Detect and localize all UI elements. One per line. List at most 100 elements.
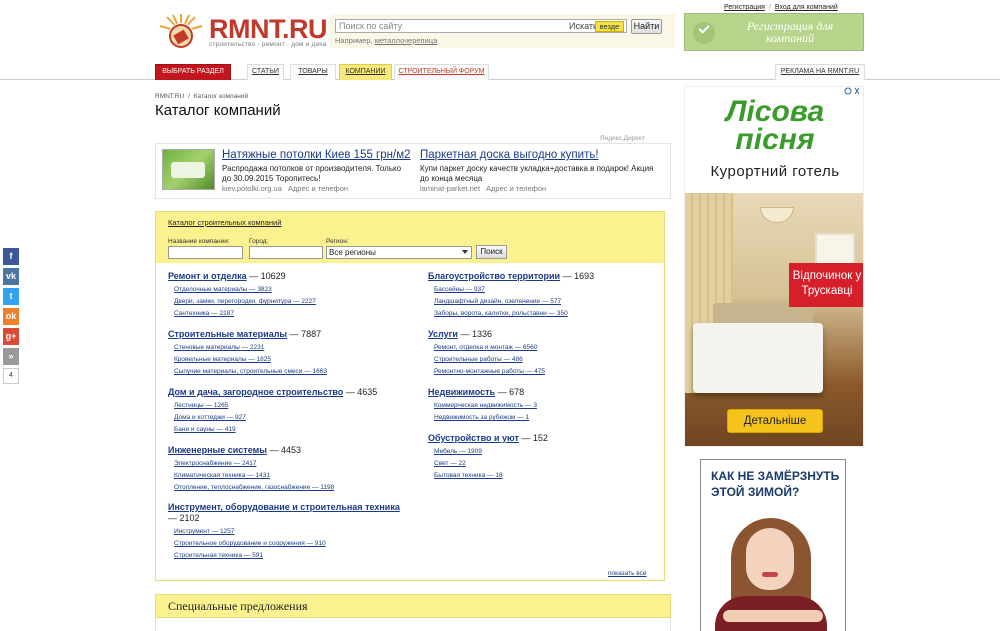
nav-companies-label: КОМПАНИИ — [345, 68, 386, 75]
subcategory-link[interactable]: Сантехника — 2187 — [174, 308, 408, 320]
main-nav: ВЫБРАТЬ РАЗДЕЛ СТАТЬИ ТОВАРЫ КОМПАНИИ СТ… — [0, 64, 1000, 80]
nav-companies[interactable]: КОМПАНИИ — [339, 64, 392, 80]
chevron-down-icon — [462, 250, 468, 254]
bed-image — [693, 323, 823, 393]
city-label: Город: — [249, 238, 269, 245]
banner-badge: Відпочинок у Трускавці — [789, 263, 863, 307]
region-select-value: Все регионы — [329, 248, 376, 257]
subcategory-link[interactable]: Недвижимость за рубежом — 1 — [434, 412, 668, 424]
winter-banner[interactable]: КАК НЕ ЗАМЁРЗНУТЬ ЭТОЙ ЗИМОЙ? — [700, 459, 846, 631]
subcategory-link[interactable]: Стеновые материалы — 2231 — [174, 342, 408, 354]
share-more-icon[interactable]: » — [3, 348, 19, 365]
category-link[interactable]: Инструмент, оборудование и строительная … — [168, 502, 400, 512]
category-count: — 1336 — [460, 329, 492, 339]
category-link[interactable]: Обустройство и уют — [428, 433, 519, 443]
subcategory-link[interactable]: Климатическая техника — 1431 — [174, 470, 408, 482]
show-all-link[interactable]: показать все — [608, 570, 647, 577]
category-title: Обустройство и уют — 152 — [428, 433, 668, 444]
category-link[interactable]: Благоустройство территории — [428, 271, 560, 281]
ad2-address-link[interactable]: Адрес и телефон — [486, 184, 546, 193]
category-block: Благоустройство территории — 1693 Бассейн… — [428, 271, 668, 320]
subcategory-link[interactable]: Двери, замки, перегородки, фурнитура — 2… — [174, 296, 408, 308]
hotel-banner[interactable]: Лісова пісня Курортний готель Відпочинок… — [684, 86, 864, 447]
region-select[interactable]: Все регионы — [326, 246, 472, 259]
nav-articles[interactable]: СТАТЬИ — [247, 64, 284, 80]
ad1-domain[interactable]: kiev.potolki.org.ua — [222, 184, 282, 193]
city-input[interactable] — [249, 246, 323, 259]
category-link[interactable]: Инженерные системы — [168, 445, 267, 455]
subcategory-link[interactable]: Ремонтно-монтажные работы — 475 — [434, 366, 668, 378]
breadcrumb-separator: / — [188, 93, 190, 100]
subcategory-link[interactable]: Заборы, ворота, калитки, рольставни — 35… — [434, 308, 668, 320]
search-example-link[interactable]: металлочерепица — [375, 36, 438, 45]
ad1-text: Распродажа потолков от производителя. То… — [222, 164, 402, 183]
nav-choose-section[interactable]: ВЫБРАТЬ РАЗДЕЛ — [155, 64, 231, 80]
facebook-icon[interactable]: f — [3, 248, 19, 265]
twitter-icon[interactable]: t — [3, 288, 19, 305]
subcategory-link[interactable]: Ремонт, отделка и монтаж — 6560 — [434, 342, 668, 354]
register-link[interactable]: Регистрация — [724, 4, 765, 11]
subcategory-link[interactable]: Бассейны — 937 — [434, 284, 668, 296]
vkontakte-icon[interactable]: vk — [3, 268, 19, 285]
nav-forum[interactable]: СТРОИТЕЛЬНЫЙ ФОРУМ — [394, 64, 489, 80]
company-registration-banner[interactable]: Регистрация для компаний — [684, 13, 864, 51]
google-plus-icon[interactable]: g+ — [3, 328, 19, 345]
category-link[interactable]: Ремонт и отделка — [168, 271, 247, 281]
category-title: Ремонт и отделка — 10629 — [168, 271, 408, 282]
catalog-link[interactable]: Каталог строительных компаний — [168, 218, 281, 227]
subcategory-link[interactable]: Ландшафтный дизайн, озеленение — 577 — [434, 296, 668, 308]
nav-advertising[interactable]: РЕКЛАМА НА RMNT.RU — [775, 64, 865, 80]
category-link[interactable]: Дом и дача, загородное строительство — [168, 387, 343, 397]
social-share-bar: f vk t ok g+ » 4 — [3, 248, 20, 384]
site-logo[interactable]: RMNT.RU строительство · ремонт · дом и д… — [157, 12, 328, 50]
ad1-address-link[interactable]: Адрес и телефон — [288, 184, 348, 193]
category-count: — 7887 — [289, 329, 322, 339]
ad2-domain[interactable]: laminat-parket.net — [420, 184, 480, 193]
site-header: RMNT.RU строительство · ремонт · дом и д… — [0, 0, 1000, 58]
subcategory-link[interactable]: Мебель — 1909 — [434, 446, 668, 458]
company-catalog: Каталог строительных компаний Название к… — [155, 211, 665, 581]
ad1-title-link[interactable]: Натяжные потолки Киев 155 грн/м2 — [222, 149, 411, 161]
ad-choices-icon[interactable] — [844, 87, 862, 95]
subcategory-link[interactable]: Строительная техника — 591 — [174, 550, 408, 562]
category-count: — 4453 — [269, 445, 301, 455]
special-offers-header: Специальные предложения — [155, 594, 671, 618]
winter-banner-text: КАК НЕ ЗАМЁРЗНУТЬ ЭТОЙ ЗИМОЙ? — [711, 469, 840, 499]
subcategory-link[interactable]: Свет — 22 — [434, 458, 668, 470]
category-count: — 2102 — [168, 513, 200, 523]
search-example-prefix: Например, — [335, 36, 373, 45]
category-link[interactable]: Строительные материалы — [168, 329, 287, 339]
ad-image[interactable] — [162, 149, 215, 190]
odnoklassniki-icon[interactable]: ok — [3, 308, 19, 325]
category-link[interactable]: Недвижимость — [428, 387, 495, 397]
subcategory-link[interactable]: Лестницы — 1265 — [174, 400, 408, 412]
ad2-title-link[interactable]: Паркетная доска выгодно купить! — [420, 149, 599, 161]
subcategory-link[interactable]: Строительное оборудование и сооружения —… — [174, 538, 408, 550]
logo-tagline: строительство · ремонт · дом и дача — [209, 41, 327, 48]
subcategory-link[interactable]: Сыпучие материалы, строительные смеси — … — [174, 366, 408, 378]
subcategory-link[interactable]: Кровельные материалы — 1825 — [174, 354, 408, 366]
category-block: Недвижимость — 678 Коммерческая недвижимо… — [428, 387, 668, 424]
search-example: Например, металлочерепица — [335, 36, 437, 45]
subcategory-link[interactable]: Коммерческая недвижимость — 3 — [434, 400, 668, 412]
breadcrumb-home[interactable]: RMNT.RU — [155, 93, 184, 100]
company-name-input[interactable] — [168, 246, 243, 259]
subcategory-link[interactable]: Бани и сауны — 419 — [174, 424, 408, 436]
nav-forum-label: СТРОИТЕЛЬНЫЙ ФОРУМ — [398, 68, 485, 75]
subcategory-link[interactable]: Инструмент — 1257 — [174, 526, 408, 538]
yandex-direct-label[interactable]: Яндекс.Директ — [600, 135, 645, 142]
subcategory-link[interactable]: Отопление, теплоснабжение, газоснабжение… — [174, 482, 408, 494]
search-scope-select[interactable]: везде — [595, 21, 624, 32]
banner-details-button[interactable]: Детальніше — [727, 409, 823, 433]
subcategory-link[interactable]: Электроснабжение — 2417 — [174, 458, 408, 470]
subcategory-link[interactable]: Бытовая техника — 18 — [434, 470, 668, 482]
subcategory-link[interactable]: Дома и коттеджи — 927 — [174, 412, 408, 424]
category-count: — 678 — [497, 387, 525, 397]
company-login-link[interactable]: Вход для компаний — [775, 4, 838, 11]
subcategory-link[interactable]: Отделочные материалы — 3823 — [174, 284, 408, 296]
search-button[interactable]: Найти — [631, 19, 662, 34]
catalog-search-button[interactable]: Поиск — [476, 245, 507, 259]
category-link[interactable]: Услуги — [428, 329, 458, 339]
subcategory-link[interactable]: Строительные работы — 486 — [434, 354, 668, 366]
nav-goods[interactable]: ТОВАРЫ — [290, 64, 336, 80]
